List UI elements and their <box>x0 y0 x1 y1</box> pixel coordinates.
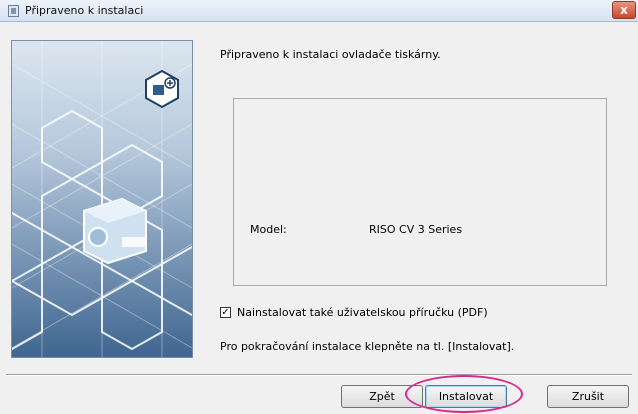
printer-illustration <box>83 197 147 265</box>
install-manual-checkbox[interactable]: ✓ <box>220 307 231 318</box>
model-label: Model: <box>250 223 287 236</box>
close-button[interactable]: x <box>612 1 636 19</box>
install-button-highlight-circle <box>405 375 523 413</box>
driver-info-panel: Model: RISO CV 3 Series <box>233 98 607 286</box>
install-manual-option[interactable]: ✓ Nainstalovat také uživatelskou příručk… <box>220 306 488 319</box>
banner-graphic <box>12 41 192 357</box>
printer-add-badge <box>145 69 179 109</box>
page-heading: Připraveno k instalaci ovladače tiskárny… <box>220 48 441 61</box>
footer-divider <box>6 374 632 376</box>
instruction-text: Pro pokračování instalace klepněte na tl… <box>220 340 515 353</box>
window-title: Připraveno k instalaci <box>25 4 144 17</box>
close-icon: x <box>620 3 628 17</box>
checkmark-icon: ✓ <box>221 307 230 318</box>
model-value: RISO CV 3 Series <box>369 223 463 236</box>
cancel-button[interactable]: Zrušit <box>547 385 629 408</box>
banner-image <box>11 40 193 358</box>
title-bar: Připraveno k instalaci x <box>0 0 638 22</box>
installer-app-icon <box>8 5 19 17</box>
install-manual-label[interactable]: Nainstalovat také uživatelskou příručku … <box>237 306 488 319</box>
